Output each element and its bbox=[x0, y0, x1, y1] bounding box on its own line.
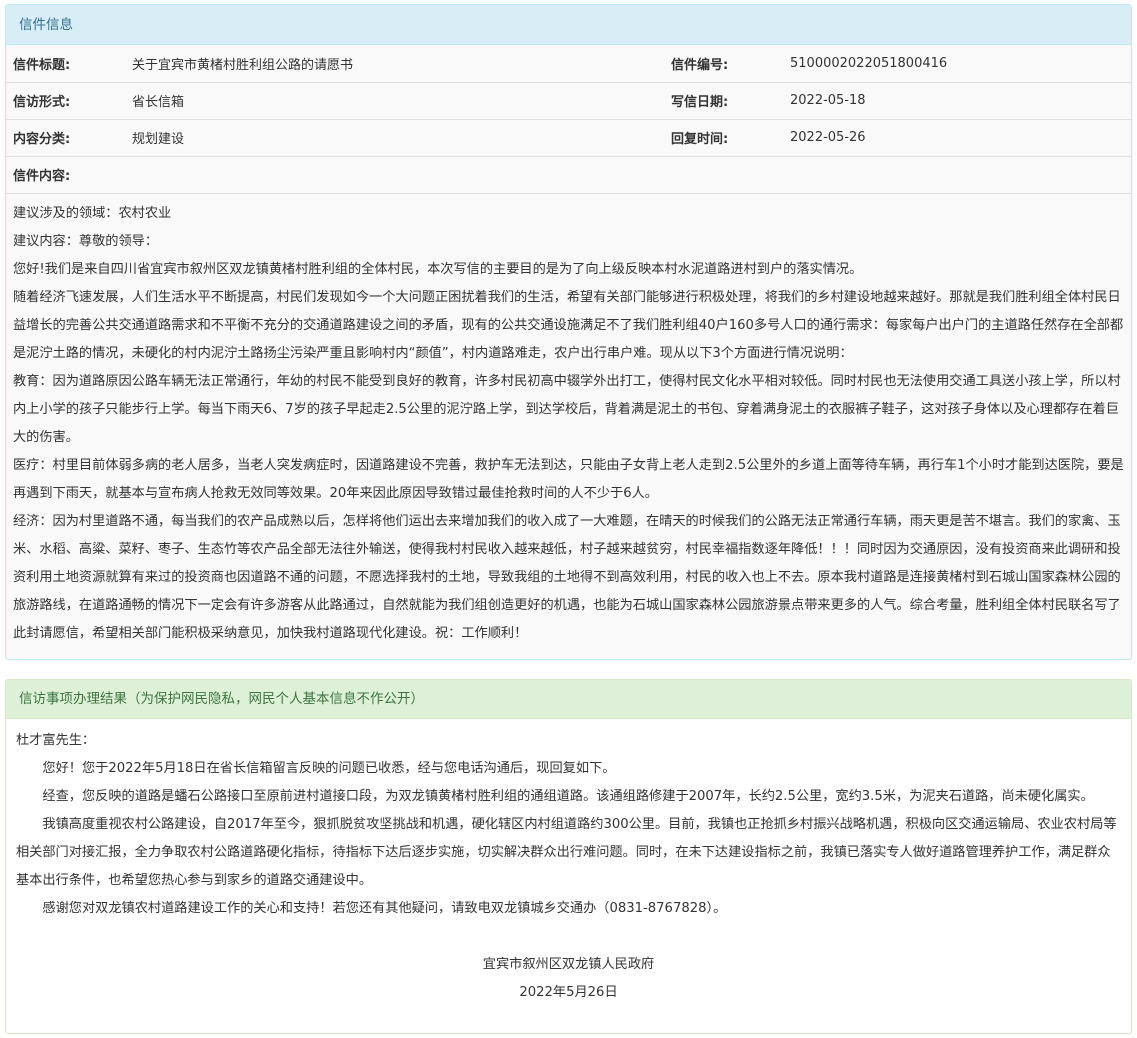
content-paragraph: 您好!我们是来自四川省宜宾市叙州区双龙镇黄楮村胜利组的全体村民，本次写信的主要目… bbox=[13, 261, 863, 277]
reply-paragraph: 您好！您于2022年5月18日在省长信箱留言反映的问题已收悉，经与您电话沟通后，… bbox=[42, 761, 616, 776]
reply-signature: 宜宾市叙州区双龙镇人民政府 bbox=[482, 957, 655, 972]
form-label: 信访形式: bbox=[6, 82, 125, 120]
letter-meta-table: 信件标题: 关于宜宾市黄楮村胜利组公路的请愿书 信件编号: 5100002022… bbox=[6, 45, 1131, 194]
content-label: 信件内容: bbox=[6, 156, 1131, 194]
content-paragraph: 教育：因为道路原因公路车辆无法正常通行，年幼的村民不能受到良好的教育，许多村民初… bbox=[13, 373, 1121, 445]
handling-result-heading: 信访事项办理结果（为保护网民隐私，网民个人基本信息不作公开） bbox=[6, 680, 1131, 719]
category-value: 规划建设 bbox=[125, 119, 664, 157]
reply-paragraph: 我镇高度重视农村公路建设，自2017年至今，狠抓脱贫攻坚挑战和机遇，硬化辖区内村… bbox=[16, 817, 1117, 888]
letter-content: 建议涉及的领域：农村农业 建议内容：尊敬的领导： 您好!我们是来自四川省宜宾市叙… bbox=[6, 194, 1131, 648]
content-paragraph: 经济：因为村里道路不通，每当我们的农产品成熟以后，怎样将他们运出去来增加我们的收… bbox=[13, 513, 1121, 641]
meta-row-title: 信件标题: 关于宜宾市黄楮村胜利组公路的请愿书 信件编号: 5100002022… bbox=[6, 45, 1131, 83]
reply-signature-block: 宜宾市叙州区双龙镇人民政府 2022年5月26日 bbox=[6, 951, 1131, 1007]
reply-paragraph: 感谢您对双龙镇农村道路建设工作的关心和支持！若您还有其他疑问，请致电双龙镇城乡交… bbox=[42, 901, 727, 916]
content-paragraph: 医疗：村里目前体弱多病的老人居多，当老人突发病症时，因道路建设不完善，救护车无法… bbox=[13, 457, 1124, 501]
letter-number-value: 5100002022051800416 bbox=[783, 45, 1131, 83]
title-label: 信件标题: bbox=[6, 45, 125, 83]
letter-info-panel: 信件信息 信件标题: 关于宜宾市黄楮村胜利组公路的请愿书 信件编号: 51000… bbox=[5, 4, 1132, 660]
reply-date: 2022年5月26日 bbox=[519, 985, 618, 1000]
reply-paragraph: 经查，您反映的道路是蟠石公路接口至原前进村道接口段，为双龙镇黄楮村胜利组的通组道… bbox=[42, 789, 1094, 804]
meta-row-content: 信件内容: bbox=[6, 156, 1131, 194]
content-paragraph: 建议内容：尊敬的领导： bbox=[13, 233, 159, 249]
content-paragraph: 建议涉及的领域：农村农业 bbox=[13, 205, 172, 221]
handling-result-panel: 信访事项办理结果（为保护网民隐私，网民个人基本信息不作公开） 杜才富先生： 您好… bbox=[5, 679, 1132, 1034]
letter-number-label: 信件编号: bbox=[664, 45, 783, 83]
title-value: 关于宜宾市黄楮村胜利组公路的请愿书 bbox=[125, 45, 664, 83]
category-label: 内容分类: bbox=[6, 119, 125, 157]
reply-salutation: 杜才富先生： bbox=[16, 733, 96, 748]
reply-time-label: 回复时间: bbox=[664, 119, 783, 157]
form-value: 省长信箱 bbox=[125, 82, 664, 120]
write-date-value: 2022-05-18 bbox=[783, 82, 1131, 120]
content-paragraph: 随着经济飞速发展，人们生活水平不断提高，村民们发现如今一个大问题正困扰着我们的生… bbox=[13, 289, 1124, 361]
reply-time-value: 2022-05-26 bbox=[783, 119, 1131, 157]
meta-row-category: 内容分类: 规划建设 回复时间: 2022-05-26 bbox=[6, 119, 1131, 157]
write-date-label: 写信日期: bbox=[664, 82, 783, 120]
meta-row-form: 信访形式: 省长信箱 写信日期: 2022-05-18 bbox=[6, 82, 1131, 120]
letter-info-heading: 信件信息 bbox=[6, 5, 1131, 45]
reply-body: 杜才富先生： 您好！您于2022年5月18日在省长信箱留言反映的问题已收悉，经与… bbox=[6, 719, 1131, 923]
